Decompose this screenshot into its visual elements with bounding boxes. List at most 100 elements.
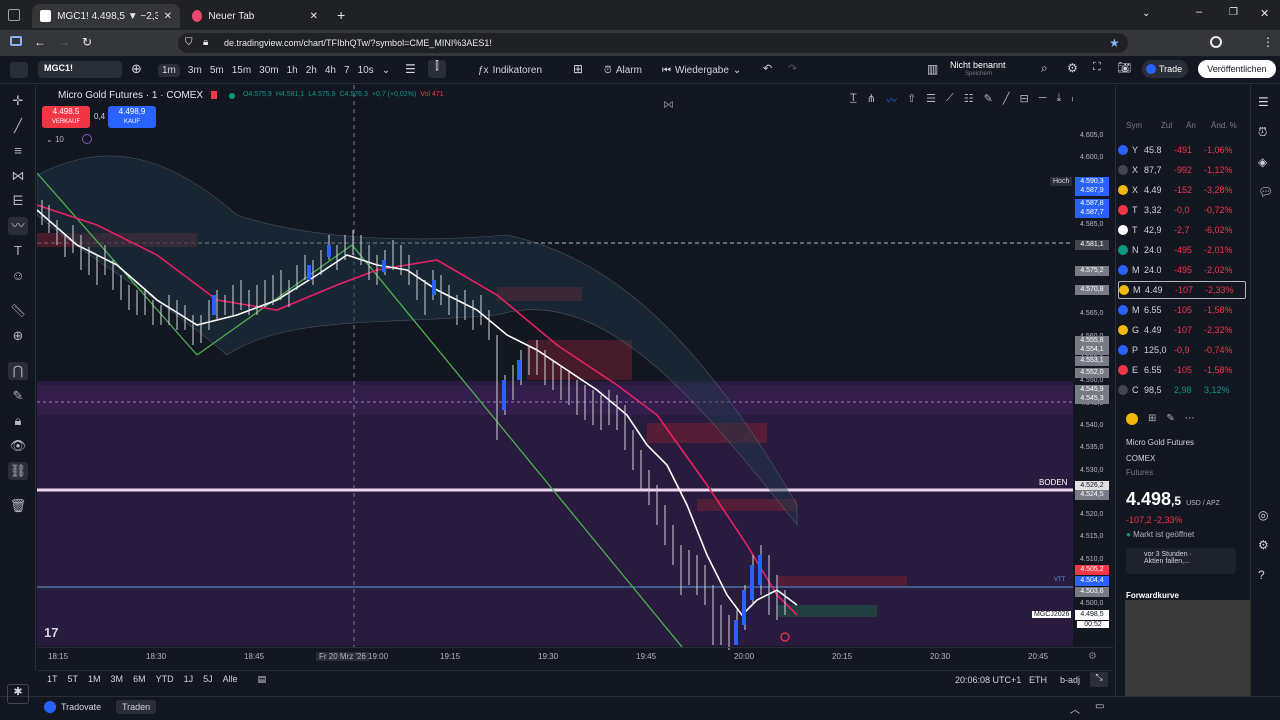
maximize-panel-icon[interactable]: ▭ — [1095, 701, 1104, 712]
range-alle[interactable]: Alle — [223, 674, 238, 685]
trade-tab[interactable]: Traden — [116, 700, 157, 714]
tab-tradingview[interactable]: MGC1! 4.498,5 ▼ −2,33% Nicht ✕ — [32, 4, 180, 28]
settings-gear-icon[interactable]: ⚙︎ — [1067, 61, 1078, 75]
fullscreen-icon[interactable]: ⛶ — [1093, 61, 1101, 74]
trendline-icon[interactable]: ╱ — [8, 117, 28, 135]
watchlist-row[interactable]: G 4.49 -107 -2,32% — [1118, 321, 1246, 339]
more-icon[interactable]: ⋯ — [1185, 413, 1195, 425]
bookmark-star-icon[interactable]: ★ — [1109, 36, 1120, 50]
close-window-icon[interactable]: ✕ — [1260, 7, 1269, 20]
interval-7[interactable]: 7 — [344, 65, 350, 76]
layers-icon[interactable]: ◈ — [1258, 155, 1267, 169]
adjust-toggle[interactable]: b-adj — [1060, 675, 1080, 685]
range-5t[interactable]: 5T — [68, 674, 79, 685]
text-tool-icon[interactable]: T̲ — [850, 92, 857, 112]
minimize-icon[interactable]: – — [1196, 6, 1202, 18]
watchlist-row[interactable]: M 24.0 -495 -2,02% — [1118, 261, 1246, 279]
account-icon[interactable] — [1210, 36, 1222, 48]
interval-3m[interactable]: 3m — [188, 65, 202, 76]
new-tab-icon[interactable]: + — [337, 7, 345, 23]
trade-button[interactable]: Trade — [1142, 60, 1188, 78]
watchlist-row[interactable]: X 4.49 -152 -3,28% — [1118, 181, 1246, 199]
workspaces-icon[interactable] — [10, 36, 22, 46]
tab-new[interactable]: Neuer Tab ✕ — [184, 4, 326, 28]
col-last[interactable]: Zul — [1161, 121, 1186, 130]
emoji-icon[interactable]: ☺ — [8, 267, 28, 285]
object-tree-icon[interactable]: ⋈ — [663, 98, 674, 111]
gear-icon[interactable]: ⚙︎ — [1258, 538, 1269, 552]
watchlist-icon[interactable]: ☰ — [1258, 95, 1269, 109]
collapse-icon[interactable] — [82, 134, 92, 144]
zoom-icon[interactable]: ⊕ — [8, 327, 28, 345]
brush-icon[interactable]: 〰 — [8, 217, 28, 235]
session-toggle[interactable]: ETH — [1029, 675, 1047, 685]
wave-icon[interactable]: 〰 — [886, 92, 897, 112]
arrow-up-icon[interactable]: ⇧ — [907, 92, 916, 112]
chat-icon[interactable]: 💬︎ — [1258, 185, 1273, 199]
interval-30m[interactable]: 30m — [259, 65, 278, 76]
range-ytd[interactable]: YTD — [156, 674, 174, 685]
watchlist-row[interactable]: N 24.0 -495 -2,01% — [1118, 241, 1246, 259]
watchlist-row[interactable]: M 4.49 -107 -2,33% — [1118, 281, 1246, 299]
layout-name[interactable]: Nicht benannt — [950, 60, 1006, 70]
trash-icon[interactable]: 🗑︎ — [8, 497, 28, 515]
alarm-button[interactable]: ⏰︎ Alarm — [604, 62, 642, 78]
chevron-up-icon[interactable]: ︿ — [1070, 701, 1080, 716]
pencil-lock-icon[interactable]: ✎ — [8, 387, 28, 405]
indicator-count[interactable]: ⌄ 10 — [46, 135, 64, 144]
watchlist-row[interactable]: X 87,7 -992 -1,12% — [1118, 161, 1246, 179]
auto-scale-icon[interactable]: ⤡ — [1090, 672, 1108, 687]
magnet-icon[interactable]: ⋂ — [8, 362, 28, 380]
interval-1m[interactable]: 1m — [158, 63, 180, 77]
alerts-icon[interactable]: ⏰︎ — [1258, 125, 1267, 140]
pen-icon[interactable]: ✎ — [984, 92, 993, 112]
save-label[interactable]: Speichern — [965, 71, 992, 77]
watchlist-row[interactable]: C 98,5 2,98 3,12% — [1118, 381, 1246, 399]
symbol-search-button[interactable]: MGC1! — [38, 61, 122, 78]
replay-button[interactable]: ⏮︎ Wiedergabe ⌄ — [662, 62, 741, 78]
eye-icon[interactable]: 👁︎ — [8, 437, 28, 455]
indicators-button[interactable]: ƒx Indikatoren — [478, 62, 542, 78]
line-icon[interactable]: ╱ — [1003, 92, 1010, 112]
tv-corner-logo[interactable]: ✱ — [7, 684, 29, 704]
chevron-down-icon[interactable]: ⌄ — [382, 65, 390, 76]
pitchfork-icon[interactable]: ⋔ — [867, 92, 876, 112]
forward-icon[interactable]: → — [58, 35, 70, 49]
grid-icon[interactable]: ⊞ — [1148, 413, 1156, 425]
text-icon[interactable]: T — [8, 242, 28, 260]
interval-1h[interactable]: 1h — [287, 65, 298, 76]
col-symbol[interactable]: Sym — [1126, 121, 1161, 130]
lock-icon[interactable]: 🔒︎ — [203, 37, 208, 48]
kebab-menu-icon[interactable]: ⋮ — [1262, 35, 1274, 49]
avatar[interactable] — [10, 62, 28, 78]
back-icon[interactable]: ← — [34, 35, 46, 49]
layout-grid-icon[interactable]: ⊞ — [573, 62, 583, 76]
range-6m[interactable]: 6M — [133, 674, 146, 685]
camera-icon[interactable]: 📷︎ — [1117, 61, 1131, 74]
lock-icon[interactable]: 🔒︎ — [8, 412, 28, 430]
interval-15m[interactable]: 15m — [232, 65, 251, 76]
chart-settings-gear-icon[interactable]: ⚙︎ — [1088, 651, 1097, 662]
add-symbol-icon[interactable]: ⊕ — [131, 61, 142, 77]
ray-icon[interactable]: ⟋ — [946, 92, 954, 112]
crosshair-icon[interactable]: ✛ — [8, 92, 28, 110]
fib-icon[interactable]: ≡ — [8, 142, 28, 160]
candles-icon[interactable]: ⫿ — [428, 60, 446, 78]
shield-icon[interactable]: ⛉ — [185, 37, 193, 48]
col-change-pct[interactable]: Änd. % — [1211, 121, 1237, 130]
watchlist-row[interactable]: E 6.55 -105 -1,58% — [1118, 361, 1246, 379]
hline-icon[interactable]: ─ — [1039, 92, 1047, 112]
layouts-icon[interactable]: ▥ — [927, 62, 938, 76]
watchlist-row[interactable]: M 6.55 -105 -1,58% — [1118, 301, 1246, 319]
watchlist-row[interactable]: T 3,32 -0,0 -0,72% — [1118, 201, 1246, 219]
search-icon[interactable]: ⌕ — [1041, 61, 1048, 76]
publish-button[interactable]: Veröffentlichen — [1198, 60, 1276, 78]
interval-4h[interactable]: 4h — [325, 65, 336, 76]
range-1m[interactable]: 1M — [88, 674, 101, 685]
col-change[interactable]: Än — [1186, 121, 1211, 130]
clock[interactable]: 20:06:08 UTC+1 — [955, 675, 1021, 685]
pattern-icon[interactable]: ⋈ — [8, 167, 28, 185]
sell-button[interactable]: 4.498,5 VERKAUF — [42, 106, 90, 128]
template-icon[interactable]: ⊟ — [1019, 92, 1028, 112]
range-5j[interactable]: 5J — [203, 674, 213, 685]
